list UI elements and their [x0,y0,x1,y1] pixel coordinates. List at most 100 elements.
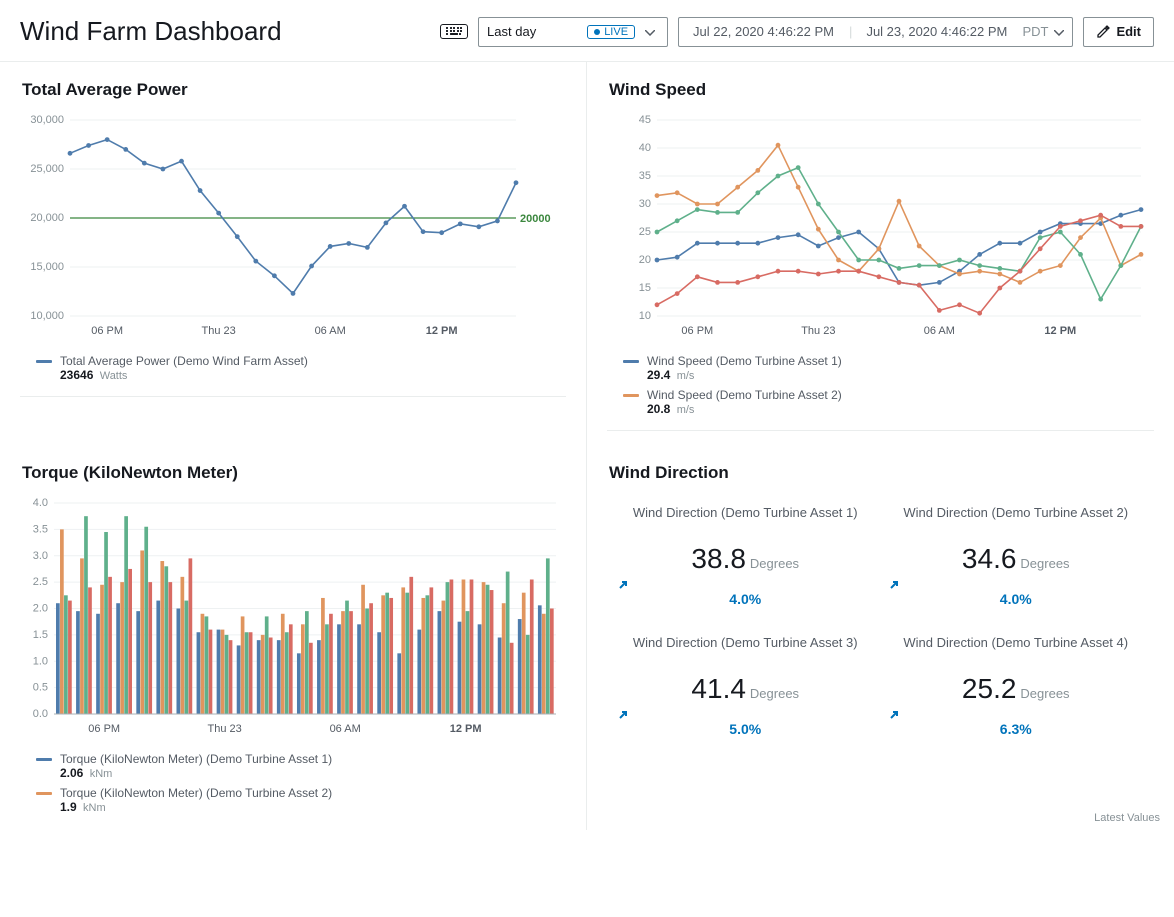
legend-swatch [36,792,52,795]
arrow-up-right-icon [888,709,900,721]
svg-text:Thu 23: Thu 23 [801,325,835,337]
kpi-unit: Degrees [750,556,799,571]
svg-text:25: 25 [639,226,651,238]
legend-unit: kNm [90,768,113,780]
legend-label: Wind Speed (Demo Turbine Asset 2) [647,388,842,402]
svg-text:25,000: 25,000 [30,163,64,175]
legend-value: 23646 [60,368,93,382]
svg-text:2.0: 2.0 [33,603,48,615]
kpi-value: 25.2Degrees [888,673,1145,705]
edit-label: Edit [1116,24,1141,39]
date-to: Jul 23, 2020 4:46:22 PM [852,24,1022,39]
legend-item: Wind Speed (Demo Turbine Asset 2) 20.8 m… [623,388,1152,416]
dashboard-grid: Total Average Power 10,00015,00020,00025… [0,62,1174,830]
svg-text:15: 15 [639,282,651,294]
svg-text:20: 20 [639,254,651,266]
panel-wind-direction: Wind Direction Wind Direction (Demo Turb… [587,445,1174,830]
arrow-up-right-icon [888,579,900,591]
chart-wind-legend: Wind Speed (Demo Turbine Asset 1) 29.4 m… [609,354,1152,416]
panel-torque: Torque (KiloNewton Meter) 0.0 0.5 1.0 1.5 2.… [0,445,587,830]
chart-torque[interactable]: 0.00.51.01.52.02.53.03.54.006 PMThu 2306… [22,497,562,742]
legend-value: 2.06 [60,766,83,780]
kpi-value: 41.4Degrees [617,673,874,705]
kpi-delta: 4.0% [617,579,874,607]
kpi-delta: 6.3% [888,709,1145,737]
legend-swatch [623,360,639,363]
svg-text:1.0: 1.0 [33,655,48,667]
kpi-label: Wind Direction (Demo Turbine Asset 4) [888,635,1145,669]
panel-title: Torque (KiloNewton Meter) [22,463,564,483]
legend-item: Wind Speed (Demo Turbine Asset 1) 29.4 m… [623,354,1152,382]
svg-text:12 PM: 12 PM [450,723,482,735]
legend-unit: m/s [677,370,695,382]
kpi-unit: Degrees [1020,686,1069,701]
chart-wind-speed[interactable]: 101520253035404506 PMThu 2306 AM12 PM [609,114,1149,344]
timezone-label: PDT [1022,24,1054,39]
svg-text:06 PM: 06 PM [681,325,713,337]
kpi-card: Wind Direction (Demo Turbine Asset 2) 34… [888,505,1145,607]
svg-text:40: 40 [639,142,651,154]
legend-swatch [36,758,52,761]
kpi-card: Wind Direction (Demo Turbine Asset 3) 41… [617,635,874,737]
svg-text:30,000: 30,000 [30,114,64,126]
svg-text:35: 35 [639,170,651,182]
kpi-card: Wind Direction (Demo Turbine Asset 1) 38… [617,505,874,607]
legend-swatch [36,360,52,363]
legend-item: Torque (KiloNewton Meter) (Demo Turbine … [36,752,564,780]
svg-text:45: 45 [639,114,651,126]
svg-text:06 AM: 06 AM [315,325,346,337]
legend-value: 1.9 [60,800,77,814]
legend-label: Torque (KiloNewton Meter) (Demo Turbine … [60,752,332,766]
panel-power: Total Average Power 10,00015,00020,00025… [0,62,587,445]
legend-label: Total Average Power (Demo Wind Farm Asse… [60,354,308,368]
pencil-icon [1096,25,1110,39]
legend-swatch [623,394,639,397]
dashboard-header: Wind Farm Dashboard Last day LIVE Jul 22… [0,0,1174,62]
svg-text:06 AM: 06 AM [330,723,361,735]
kpi-unit: Degrees [1020,556,1069,571]
chart-power[interactable]: 10,00015,00020,00025,00030,00006 PMThu 2… [22,114,562,344]
legend-unit: m/s [677,404,695,416]
chevron-down-icon [1054,24,1072,39]
arrow-up-right-icon [617,579,629,591]
kpi-value: 38.8Degrees [617,543,874,575]
keyboard-icon[interactable] [440,24,468,39]
kpi-card: Wind Direction (Demo Turbine Asset 4) 25… [888,635,1145,737]
kpi-unit: Degrees [750,686,799,701]
svg-text:10: 10 [639,310,651,322]
page-title: Wind Farm Dashboard [20,16,430,47]
svg-text:12 PM: 12 PM [1044,325,1076,337]
svg-text:20000: 20000 [520,213,551,225]
date-from: Jul 22, 2020 4:46:22 PM [679,24,849,39]
svg-text:Thu 23: Thu 23 [208,723,242,735]
svg-text:06 AM: 06 AM [924,325,955,337]
kpi-grid: Wind Direction (Demo Turbine Asset 1) 38… [609,497,1152,745]
svg-text:0.0: 0.0 [33,708,48,720]
svg-text:06 PM: 06 PM [88,723,120,735]
time-range-select[interactable]: Last day LIVE [478,17,668,47]
svg-text:0.5: 0.5 [33,682,48,694]
panel-title: Total Average Power [22,80,564,100]
arrow-up-right-icon [617,709,629,721]
svg-text:12 PM: 12 PM [426,325,458,337]
svg-text:1.5: 1.5 [33,629,48,641]
kpi-label: Wind Direction (Demo Turbine Asset 2) [888,505,1145,539]
legend-unit: kNm [83,802,106,814]
legend-label: Torque (KiloNewton Meter) (Demo Turbine … [60,786,332,800]
edit-button[interactable]: Edit [1083,17,1154,47]
chart-power-legend: Total Average Power (Demo Wind Farm Asse… [22,354,564,382]
panel-title: Wind Speed [609,80,1152,100]
legend-value: 20.8 [647,402,670,416]
kpi-delta: 4.0% [888,579,1145,607]
live-badge: LIVE [587,25,635,39]
svg-text:15,000: 15,000 [30,261,64,273]
svg-text:10,000: 10,000 [30,310,64,322]
kpi-label: Wind Direction (Demo Turbine Asset 1) [617,505,874,539]
svg-text:2.5: 2.5 [33,576,48,588]
date-range-picker[interactable]: Jul 22, 2020 4:46:22 PM | Jul 23, 2020 4… [678,17,1073,47]
legend-unit: Watts [100,370,128,382]
panel-wind-speed: Wind Speed 101520253035404506 PMThu 2306… [587,62,1174,445]
svg-text:3.0: 3.0 [33,550,48,562]
kpi-value: 34.6Degrees [888,543,1145,575]
legend-item: Torque (KiloNewton Meter) (Demo Turbine … [36,786,564,814]
